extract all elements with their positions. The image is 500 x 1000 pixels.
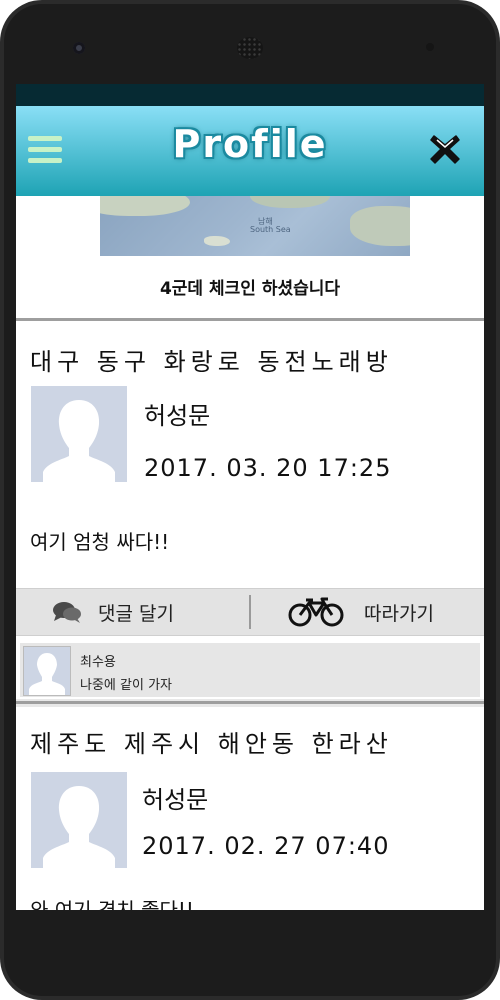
comment-button-label: 댓글 달기 bbox=[98, 602, 174, 625]
map-label-en: South Sea bbox=[250, 225, 291, 234]
screen: Profile 남해 South Sea 4군데 체크인 하셨습니다 대구 동구… bbox=[16, 84, 484, 910]
post-body: 와 여기 경치 좋다!! bbox=[30, 898, 194, 910]
close-icon[interactable] bbox=[428, 132, 462, 166]
section-divider bbox=[16, 318, 484, 321]
follow-button[interactable]: 따라가기 bbox=[288, 589, 434, 635]
comment-item: 최수용 나중에 같이 가자 bbox=[20, 643, 480, 697]
post-location[interactable]: 대구 동구 화랑로 동전노래방 bbox=[30, 342, 393, 377]
comment-author[interactable]: 최수용 bbox=[80, 651, 116, 670]
comment-button[interactable]: 댓글 달기 bbox=[52, 589, 174, 635]
front-camera bbox=[73, 42, 85, 54]
speech-bubbles-icon bbox=[53, 602, 81, 623]
bicycle-icon bbox=[288, 597, 344, 627]
post-action-bar: 댓글 달기 따라가기 bbox=[16, 588, 484, 636]
earpiece-speaker bbox=[237, 37, 263, 59]
proximity-sensor bbox=[426, 43, 434, 51]
post-author[interactable]: 허성문 bbox=[144, 396, 210, 431]
comment-avatar[interactable] bbox=[23, 646, 71, 696]
post-datetime: 2017. 03. 20 17:25 bbox=[144, 454, 392, 482]
comment-text: 나중에 같이 가자 bbox=[80, 678, 172, 693]
avatar[interactable] bbox=[31, 386, 127, 482]
phone-frame: Profile 남해 South Sea 4군데 체크인 하셨습니다 대구 동구… bbox=[0, 0, 500, 1000]
avatar[interactable] bbox=[31, 772, 127, 868]
section-divider bbox=[16, 701, 484, 704]
action-separator bbox=[249, 595, 251, 629]
post-body: 여기 엄청 싸다!! bbox=[30, 530, 170, 554]
user-silhouette-icon bbox=[24, 647, 70, 695]
app-bar: Profile bbox=[16, 106, 484, 196]
checkin-count-text: 4군데 체크인 하셨습니다 bbox=[159, 279, 341, 299]
post-datetime: 2017. 02. 27 07:40 bbox=[142, 832, 390, 860]
follow-button-label: 따라가기 bbox=[364, 602, 434, 625]
user-silhouette-icon bbox=[31, 386, 127, 482]
post-location[interactable]: 제주도 제주시 해안동 한라산 bbox=[30, 724, 393, 759]
user-silhouette-icon bbox=[31, 772, 127, 868]
status-bar bbox=[16, 84, 484, 106]
map-thumbnail[interactable]: 남해 South Sea bbox=[100, 196, 410, 256]
page-title: Profile bbox=[172, 122, 328, 166]
post-author[interactable]: 허성문 bbox=[142, 780, 208, 815]
